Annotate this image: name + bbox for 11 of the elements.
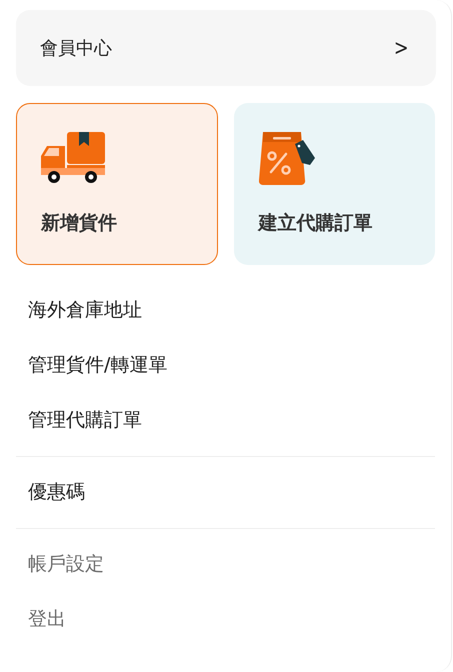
action-tile[interactable]: 建立代購訂單 [234,103,435,265]
action-tile[interactable]: 新增貨件 [16,103,218,265]
menu-item[interactable]: 管理貨件/轉運單 [16,338,435,393]
member-center-button[interactable]: 會員中心 > [16,10,436,86]
menu-item[interactable]: 優惠碼 [16,465,435,520]
menu-item[interactable]: 管理代購訂單 [16,393,435,448]
menu-item[interactable]: 帳戶設定 [16,537,435,592]
menu-item[interactable]: 海外倉庫地址 [16,283,435,338]
truck-icon [41,132,105,184]
menu-item[interactable]: 登出 [16,592,435,647]
shopping-bag-icon [258,132,314,186]
